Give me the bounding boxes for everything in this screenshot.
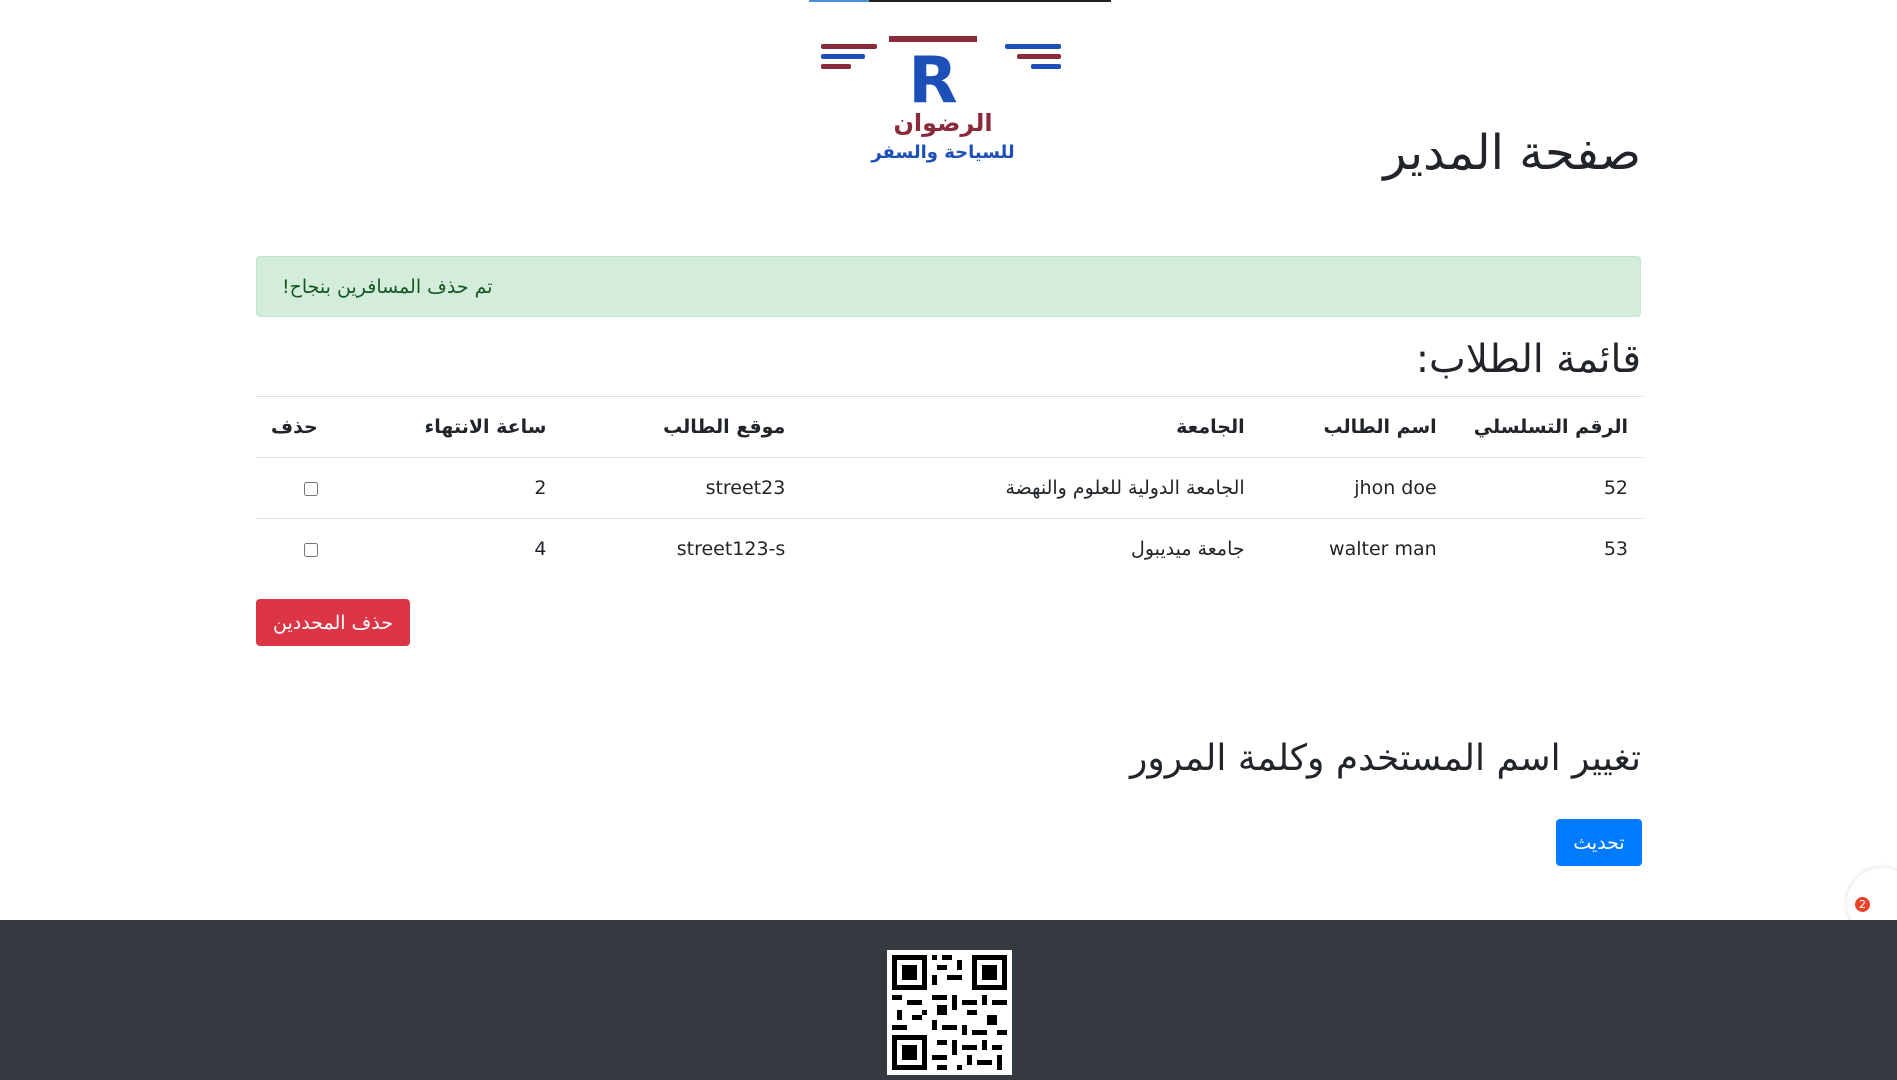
column-header-location: موقع الطالب <box>561 396 801 458</box>
students-table: الرقم التسلسلي اسم الطالب الجامعة موقع ا… <box>256 396 1643 579</box>
alert-message: تم حذف المسافرين بنجاح! <box>282 276 493 298</box>
cell-location: street23 <box>561 457 801 519</box>
cell-end-hour: 2 <box>332 457 562 519</box>
cell-university: جامعة ميديبول <box>800 518 1260 579</box>
delete-selected-button[interactable]: حذف المحددين <box>256 599 410 646</box>
cell-id: 53 <box>1451 518 1643 579</box>
delete-checkbox[interactable] <box>303 482 318 496</box>
svg-text:للسياحة والسفر: للسياحة والسفر <box>870 142 1014 163</box>
students-list-title: قائمة الطلاب: <box>1415 337 1641 382</box>
change-credentials-title: تغيير اسم المستخدم وكلمة المرور <box>1129 738 1641 779</box>
update-button[interactable]: تحديث <box>1556 819 1642 866</box>
table-header-row: الرقم التسلسلي اسم الطالب الجامعة موقع ا… <box>256 396 1643 458</box>
cell-name: walter man <box>1259 518 1452 579</box>
delete-checkbox[interactable] <box>303 543 318 557</box>
top-divider <box>809 0 1111 2</box>
cell-end-hour: 4 <box>332 518 562 579</box>
cell-delete <box>256 457 333 519</box>
success-alert: تم حذف المسافرين بنجاح! <box>256 256 1641 317</box>
column-header-university: الجامعة <box>800 396 1260 458</box>
cell-name: jhon doe <box>1259 457 1452 519</box>
column-header-id: الرقم التسلسلي <box>1451 396 1643 458</box>
qr-code-icon <box>887 950 1012 1075</box>
cell-university: الجامعة الدولية للعلوم والنهضة <box>800 457 1260 519</box>
svg-text:R: R <box>908 44 957 118</box>
cell-id: 52 <box>1451 457 1643 519</box>
cell-delete <box>256 518 333 579</box>
cell-location: street123-s <box>561 518 801 579</box>
table-row: 52 jhon doe الجامعة الدولية للعلوم والنه… <box>256 457 1643 519</box>
column-header-end-hour: ساعة الانتهاء <box>332 396 562 458</box>
brand-logo[interactable]: R الرضوان للسياحة والسفر <box>815 32 1065 170</box>
table-row: 53 walter man جامعة ميديبول street123-s … <box>256 518 1643 579</box>
column-header-name: اسم الطالب <box>1259 396 1452 458</box>
page-title: صفحة المدير <box>1383 125 1641 181</box>
svg-text:الرضوان: الرضوان <box>893 109 992 137</box>
footer <box>0 920 1897 1080</box>
chat-notification-badge: 2 <box>1855 897 1870 912</box>
column-header-delete: حذف <box>256 396 333 458</box>
